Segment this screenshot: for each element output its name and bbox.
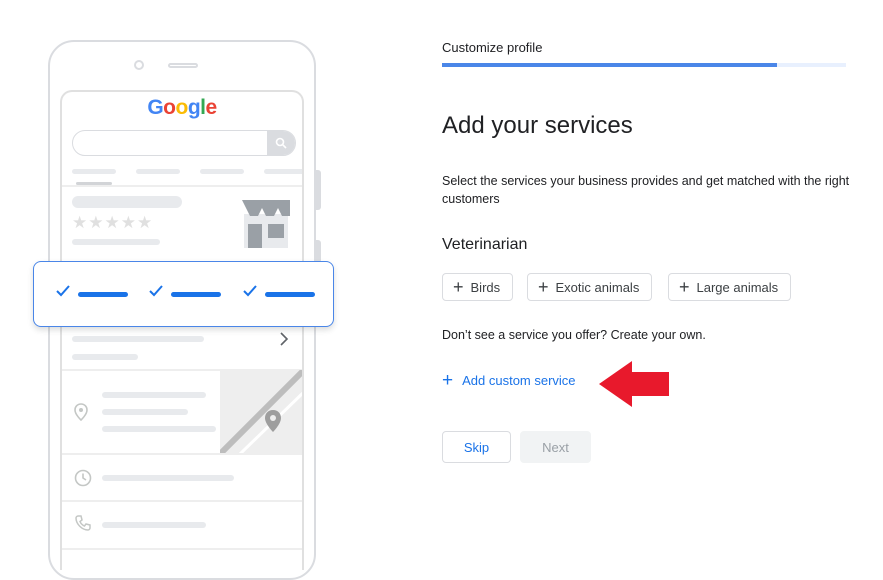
placeholder-bar (72, 239, 160, 245)
add-custom-service-link[interactable]: + Add custom service (442, 371, 576, 390)
check-icon (243, 285, 257, 297)
check-line (78, 292, 128, 297)
phone-screen: Google ★★★★★ (60, 90, 304, 570)
logo-letter: o (175, 96, 188, 119)
check-line (171, 292, 221, 297)
placeholder-bar (102, 409, 188, 415)
camera-icon (134, 60, 144, 70)
placeholder-bar (200, 169, 244, 174)
check-icon (149, 285, 163, 297)
placeholder-bar (136, 169, 180, 174)
plus-icon: + (442, 370, 454, 391)
logo-letter: G (147, 96, 164, 119)
progress-bar (442, 63, 846, 67)
location-pin-icon (74, 403, 88, 421)
step-label: Customize profile (442, 40, 543, 55)
logo-letter: e (205, 96, 217, 119)
page-title: Add your services (442, 112, 633, 139)
rating-stars: ★★★★★ (72, 213, 154, 232)
google-logo: Google (62, 96, 302, 120)
placeholder-bar (72, 169, 116, 174)
search-icon (267, 131, 295, 155)
placeholder-bar (102, 522, 206, 528)
phone-icon (75, 515, 91, 531)
check-line (265, 292, 315, 297)
add-custom-service-label: Add custom service (462, 373, 576, 388)
phone-side-button (316, 170, 321, 210)
divider (62, 453, 302, 455)
map-thumbnail (220, 370, 302, 454)
divider (62, 185, 302, 187)
plus-icon: + (538, 277, 549, 297)
placeholder-bar (72, 354, 138, 360)
service-chip-exotic-animals[interactable]: + Exotic animals (527, 273, 653, 301)
storefront-icon (242, 200, 290, 248)
logo-letter: o (163, 96, 176, 119)
placeholder-bar (102, 426, 216, 432)
page-description: Select the services your business provid… (442, 174, 850, 206)
check-icon (56, 285, 70, 297)
service-chip-label: Exotic animals (555, 279, 640, 295)
plus-icon: + (453, 277, 464, 297)
next-button[interactable]: Next (520, 431, 591, 463)
placeholder-bar (72, 336, 204, 342)
placeholder-bar (102, 392, 206, 398)
placeholder-bar (264, 169, 302, 174)
illustration-search-bar (72, 130, 296, 156)
speaker-icon (168, 63, 198, 68)
placeholder-bar (102, 475, 234, 481)
service-chip-label: Large animals (696, 279, 779, 295)
divider (62, 548, 302, 550)
placeholder-bar (72, 196, 182, 208)
skip-button[interactable]: Skip (442, 431, 511, 463)
logo-letter: g (187, 96, 201, 119)
category-heading: Veterinarian (442, 236, 528, 253)
chevron-right-icon (280, 332, 289, 346)
custom-service-prompt: Don’t see a service you offer? Create yo… (442, 328, 706, 342)
services-check-card (33, 261, 334, 327)
progress-fill (442, 63, 778, 67)
service-chip-birds[interactable]: + Birds (442, 273, 514, 301)
plus-icon: + (679, 277, 690, 297)
divider (62, 500, 302, 502)
clock-icon (74, 469, 92, 487)
service-chip-label: Birds (470, 279, 501, 295)
service-chip-large-animals[interactable]: + Large animals (668, 273, 792, 301)
red-arrow-annotation (599, 361, 669, 407)
